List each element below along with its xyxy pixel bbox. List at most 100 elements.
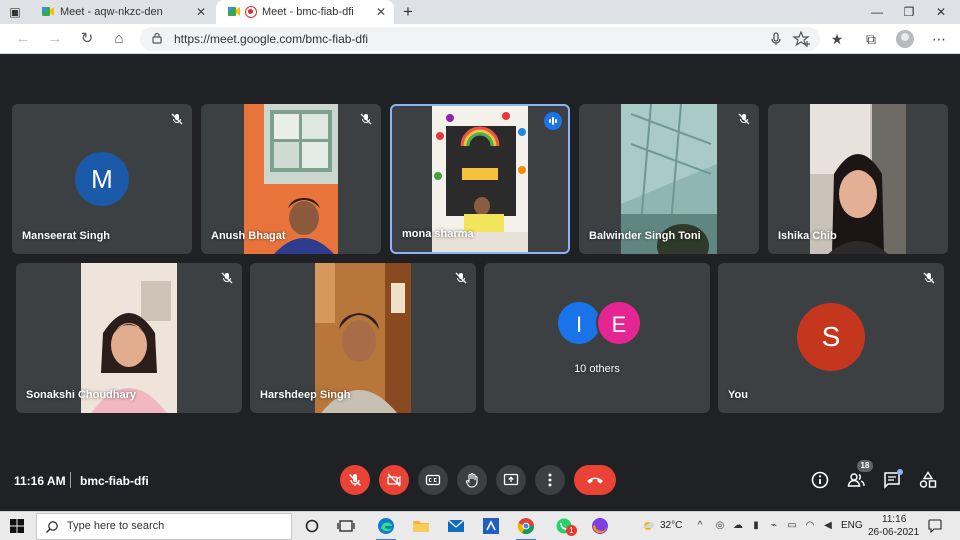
self-tile[interactable]: S You: [718, 263, 944, 413]
reload-button[interactable]: ↻: [76, 29, 98, 49]
profile-avatar[interactable]: [896, 30, 914, 48]
wifi-icon[interactable]: ◠: [804, 520, 816, 532]
participant-tile[interactable]: M Manseerat Singh: [12, 104, 192, 254]
firefox-icon: [592, 518, 608, 534]
participant-tile[interactable]: Balwinder Singh Toni: [579, 104, 759, 254]
edge-icon: [378, 518, 394, 534]
more-options-button[interactable]: [535, 465, 565, 495]
participant-name: You: [728, 389, 748, 401]
taskbar-store-app[interactable]: [476, 512, 506, 540]
camera-toggle-button[interactable]: [379, 465, 409, 495]
microphone-toggle-button[interactable]: [340, 465, 370, 495]
mail-icon: [447, 519, 465, 532]
muted-mic-icon: [923, 272, 935, 284]
volume-icon[interactable]: ◀: [822, 520, 834, 532]
microphone-icon[interactable]: [766, 29, 786, 49]
settings-more-icon[interactable]: ⋯: [928, 29, 950, 49]
present-icon: [503, 473, 519, 486]
people-icon[interactable]: [846, 470, 866, 490]
taskbar-search-box[interactable]: Type here to search: [36, 513, 292, 540]
cloud-icon[interactable]: ☁: [732, 520, 744, 532]
notification-badge: 1: [566, 525, 577, 536]
taskbar-whatsapp-app[interactable]: 1: [549, 512, 579, 540]
muted-mic-icon: [221, 272, 233, 284]
search-placeholder: Type here to search: [67, 520, 165, 532]
meeting-code: bmc-fiab-dfi: [80, 474, 149, 488]
phone-icon[interactable]: ▮: [750, 520, 762, 532]
participant-tile-active-speaker[interactable]: mona sharma: [390, 104, 570, 254]
weather-sun-icon[interactable]: [640, 518, 656, 534]
chevron-up-icon[interactable]: ^: [694, 520, 706, 532]
others-count-label: 10 others: [574, 363, 620, 375]
raise-hand-button[interactable]: [457, 465, 487, 495]
windows-start-icon[interactable]: [10, 519, 24, 533]
people-tray-icon[interactable]: ◎: [714, 520, 726, 532]
taskbar-chrome-app[interactable]: [511, 512, 541, 540]
participant-tile[interactable]: Sonakshi Choudhary: [16, 263, 242, 413]
participant-tile[interactable]: Ishika Chib: [768, 104, 948, 254]
notification-center-icon[interactable]: [928, 519, 942, 533]
tab-actions-icon[interactable]: ▣: [6, 4, 24, 20]
restore-button[interactable]: ❐: [894, 0, 924, 24]
url-field[interactable]: https://meet.google.com/bmc-fiab-dfi: [140, 27, 820, 51]
tab-meet-bmc[interactable]: Meet - bmc-fiab-dfi ✕: [216, 0, 394, 24]
collections-icon[interactable]: ⧉: [860, 29, 882, 49]
weather-temperature[interactable]: 32°C: [660, 520, 682, 531]
taskbar-file-explorer-app[interactable]: [406, 512, 436, 540]
taskbar-mail-app[interactable]: [441, 512, 471, 540]
people-count-badge: 18: [857, 460, 873, 472]
tab-title: Meet - aqw-nkzc-den: [60, 6, 163, 18]
taskbar-edge-app[interactable]: [371, 512, 401, 540]
avatar: M: [75, 152, 129, 206]
hang-up-icon: [587, 477, 603, 484]
close-window-button[interactable]: ✕: [926, 0, 956, 24]
store-icon: [483, 518, 499, 534]
participant-name: Manseerat Singh: [22, 230, 111, 242]
captions-button[interactable]: [418, 465, 448, 495]
search-icon: [45, 521, 58, 534]
avatar: S: [797, 303, 865, 371]
minimize-button[interactable]: —: [862, 0, 892, 24]
activities-icon[interactable]: [918, 470, 938, 490]
url-text: https://meet.google.com/bmc-fiab-dfi: [174, 32, 369, 46]
new-tab-button[interactable]: +: [398, 0, 418, 24]
folder-icon: [413, 521, 429, 532]
forward-button[interactable]: →: [44, 29, 66, 49]
usb-icon[interactable]: ⌁: [768, 520, 780, 532]
favorites-icon[interactable]: ★: [826, 29, 848, 49]
others-tile[interactable]: I E 10 others: [484, 263, 710, 413]
participant-name: Anush Bhagat: [211, 230, 286, 242]
muted-mic-icon: [455, 272, 467, 284]
speaking-indicator-icon: [544, 112, 562, 130]
avatar: E: [596, 300, 642, 346]
leave-call-button[interactable]: [574, 465, 616, 495]
clock-time[interactable]: 11:16: [882, 514, 906, 525]
taskbar-firefox-app[interactable]: [585, 512, 615, 540]
home-button[interactable]: ⌂: [108, 29, 130, 49]
cortana-icon[interactable]: [303, 517, 321, 535]
participant-tile[interactable]: Harshdeep Singh: [250, 263, 476, 413]
participant-name: Harshdeep Singh: [260, 389, 351, 401]
muted-mic-icon: [171, 113, 183, 125]
tab-close-icon[interactable]: ✕: [196, 0, 206, 24]
hand-icon: [465, 472, 478, 488]
address-bar: ← → ↻ ⌂ https://meet.google.com/bmc-fiab…: [0, 24, 960, 54]
meeting-details-icon[interactable]: [810, 470, 830, 490]
add-to-favorites-icon[interactable]: [792, 29, 812, 49]
clock-date[interactable]: 26-06-2021: [868, 527, 919, 538]
chat-notification-dot: [897, 469, 903, 475]
present-screen-button[interactable]: [496, 465, 526, 495]
participant-name: Ishika Chib: [778, 230, 837, 242]
tab-meet-aqw[interactable]: Meet - aqw-nkzc-den ✕: [30, 0, 214, 24]
meet-favicon-icon: [228, 7, 240, 16]
mic-off-icon: [348, 473, 362, 487]
display-icon[interactable]: ▭: [786, 520, 798, 532]
participant-name: mona sharma: [402, 228, 474, 240]
muted-mic-icon: [360, 113, 372, 125]
participant-tile[interactable]: Anush Bhagat: [201, 104, 381, 254]
task-view-icon[interactable]: [337, 517, 355, 535]
tab-close-icon[interactable]: ✕: [376, 0, 386, 24]
language-indicator[interactable]: ENG: [841, 520, 863, 531]
recording-indicator-icon: [245, 6, 257, 18]
back-button[interactable]: ←: [12, 29, 34, 49]
